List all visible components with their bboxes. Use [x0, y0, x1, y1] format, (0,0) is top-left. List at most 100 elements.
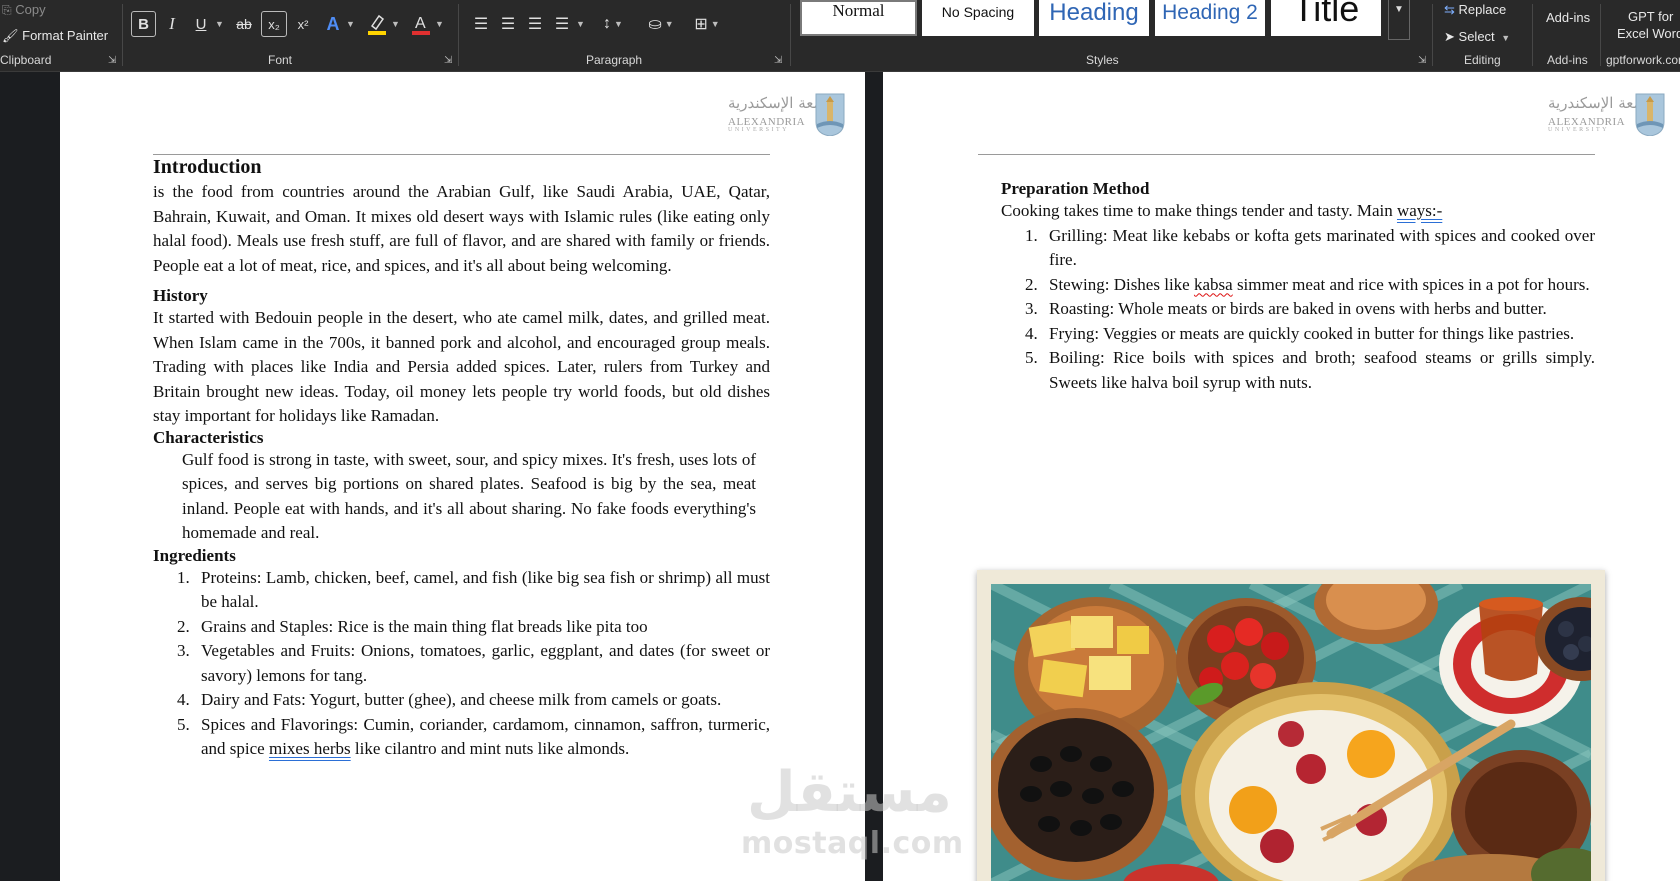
addins-group-label: Add-ins [1547, 53, 1588, 67]
format-painter-label: Format Painter [22, 28, 109, 43]
list-number: 2. [177, 616, 190, 636]
align-left-icon: ☰ [473, 16, 489, 33]
history-paragraph: It started with Bedouin people in the de… [153, 308, 770, 425]
ribbon-separator [1600, 4, 1601, 66]
chevron-down-icon: ▼ [346, 19, 355, 29]
list-item: 3. Vegetables and Fruits: Onions, tomatoe… [153, 639, 770, 688]
font-dialog-launcher[interactable]: ⇲ [444, 55, 452, 66]
spelling-flagged-text[interactable]: kabsa [1194, 275, 1233, 294]
justify-button[interactable]: ☰ [551, 11, 573, 37]
bold-button[interactable]: B [131, 11, 156, 37]
history-heading: History [153, 286, 208, 305]
ribbon-separator [122, 4, 123, 66]
chevron-down-icon: ▼ [1394, 4, 1404, 15]
style-heading-2-label: Heading 2 [1162, 1, 1258, 24]
select-button[interactable]: ➤ Select ▼ [1444, 29, 1510, 45]
styles-group-label: Styles [1086, 53, 1119, 67]
format-painter-button[interactable]: 🖌 Format Painter [2, 28, 108, 44]
strikethrough-button[interactable]: ab [232, 11, 256, 37]
grammar-flagged-text[interactable]: mixes herbs [269, 739, 351, 758]
copy-button[interactable]: ⎘ Copy [2, 2, 46, 18]
style-no-spacing-label: No Spacing [941, 4, 1015, 20]
underline-dropdown[interactable]: ▼ [212, 11, 224, 37]
editing-group-label: Editing [1464, 53, 1501, 67]
highlight-button[interactable] [366, 11, 388, 37]
list-number: 3. [177, 641, 190, 660]
list-item-text: Grilling: Meat like kebabs or kofta gets… [1049, 225, 1595, 270]
font-color-button[interactable]: A [410, 11, 432, 37]
style-heading[interactable]: Heading [1039, 0, 1149, 36]
text-effects-button[interactable]: A [323, 11, 343, 37]
list-item-text: Boiling: Rice boils with spices and brot… [1049, 348, 1595, 392]
list-item-text: Proteins: Lamb, chicken, beef, camel, an… [201, 567, 770, 612]
ribbon-separator [1532, 4, 1533, 66]
list-item-text: Stewing: Dishes like [1049, 274, 1194, 294]
chevron-down-icon: ▼ [710, 19, 720, 29]
align-center-button[interactable]: ☰ [497, 11, 519, 37]
list-item: 4. Frying: Veggies or meats are quickly c… [1001, 322, 1595, 347]
list-number: 2. [1025, 274, 1038, 294]
list-item: 2. Grains and Staples: Rice is the main t… [153, 615, 770, 640]
styles-dialog-launcher[interactable]: ⇲ [1418, 55, 1426, 66]
university-logo: جامعة الإسكندرية ALEXANDRIA UNIVERSITY [728, 92, 846, 138]
format-painter-icon: 🖌 [2, 28, 19, 43]
logo-sub: UNIVERSITY [1548, 127, 1609, 133]
chevron-down-icon: ▼ [435, 19, 444, 29]
italic-button[interactable]: I [160, 11, 184, 37]
list-number: 5. [177, 714, 190, 734]
ribbon-separator [1432, 4, 1433, 66]
replace-button[interactable]: ⇆ Replace [1444, 2, 1506, 18]
styles-gallery-more[interactable]: ▼ [1388, 0, 1410, 40]
ingredients-heading: Ingredients [153, 545, 236, 565]
style-no-spacing[interactable]: No Spacing [922, 0, 1034, 36]
document-page-right[interactable]: جامعة الإسكندرية ALEXANDRIA UNIVERSITY P… [883, 72, 1680, 881]
preparation-method-heading: Preparation Method [1001, 179, 1150, 198]
ingredients-list: 1. Proteins: Lamb, chicken, beef, camel, … [153, 566, 770, 762]
list-number: 5. [1025, 348, 1038, 367]
underline-button[interactable]: U [189, 11, 213, 37]
clipboard-dialog-launcher[interactable]: ⇲ [108, 55, 116, 66]
gpt-group-label: gptforwork.com [1606, 53, 1680, 67]
line-spacing-button[interactable]: ↕ ▼ [601, 11, 625, 37]
gulf-breakfast-food-image [991, 584, 1591, 881]
font-group-label: Font [268, 53, 293, 67]
grammar-flagged-text[interactable]: ways:- [1397, 201, 1442, 220]
characteristics-heading: Characteristics [153, 427, 264, 447]
text-effects-dropdown[interactable]: ▼ [343, 11, 355, 37]
style-normal[interactable]: Normal [800, 0, 917, 36]
chevron-down-icon: ▼ [576, 19, 585, 29]
list-item-text: Frying: Veggies or meats are quickly coo… [1049, 323, 1575, 343]
addins-button[interactable]: Add-ins [1546, 10, 1590, 25]
line-spacing-icon: ↕ [603, 15, 612, 32]
align-right-button[interactable]: ☰ [524, 11, 546, 37]
highlight-dropdown[interactable]: ▼ [388, 11, 400, 37]
chevron-down-icon: ▼ [1501, 33, 1511, 43]
document-page-left[interactable]: جامعة الإسكندرية ALEXANDRIA UNIVERSITY I… [60, 72, 865, 881]
subscript-button[interactable]: x₂ [261, 11, 287, 37]
font-color-dropdown[interactable]: ▼ [432, 11, 444, 37]
preparation-intro: Cooking takes time to make things tender… [1001, 199, 1595, 224]
list-item-text: Roasting: Whole meats or birds are baked… [1049, 299, 1547, 318]
borders-button[interactable]: ⊞ ▼ [692, 11, 722, 37]
paragraph-dialog-launcher[interactable]: ⇲ [774, 55, 782, 66]
chevron-down-icon: ▼ [215, 19, 224, 29]
select-label: Select [1458, 29, 1495, 44]
lighthouse-emblem-icon [1635, 93, 1665, 136]
justify-dropdown[interactable]: ▼ [573, 11, 585, 37]
superscript-button[interactable]: x² [291, 11, 315, 37]
copy-label: Copy [15, 2, 46, 17]
food-image-frame[interactable] [977, 570, 1605, 881]
align-left-button[interactable]: ☰ [470, 11, 492, 37]
left-page-body: Introduction is the food from countries … [153, 154, 770, 762]
shading-button[interactable]: ⛀ ▼ [648, 11, 674, 37]
replace-label: Replace [1458, 2, 1507, 17]
list-item: 4. Dairy and Fats: Yogurt, butter (ghee),… [153, 688, 770, 713]
copy-icon: ⎘ [2, 3, 12, 17]
style-heading-2[interactable]: Heading 2 [1155, 0, 1265, 36]
ribbon-separator [790, 4, 791, 66]
paragraph-group-label: Paragraph [586, 53, 643, 67]
replace-icon: ⇆ [1444, 2, 1455, 17]
list-item: 1. Grilling: Meat like kebabs or kofta ge… [1001, 224, 1595, 273]
style-title[interactable]: Title [1271, 0, 1381, 36]
university-logo: جامعة الإسكندرية ALEXANDRIA UNIVERSITY [1548, 92, 1666, 138]
